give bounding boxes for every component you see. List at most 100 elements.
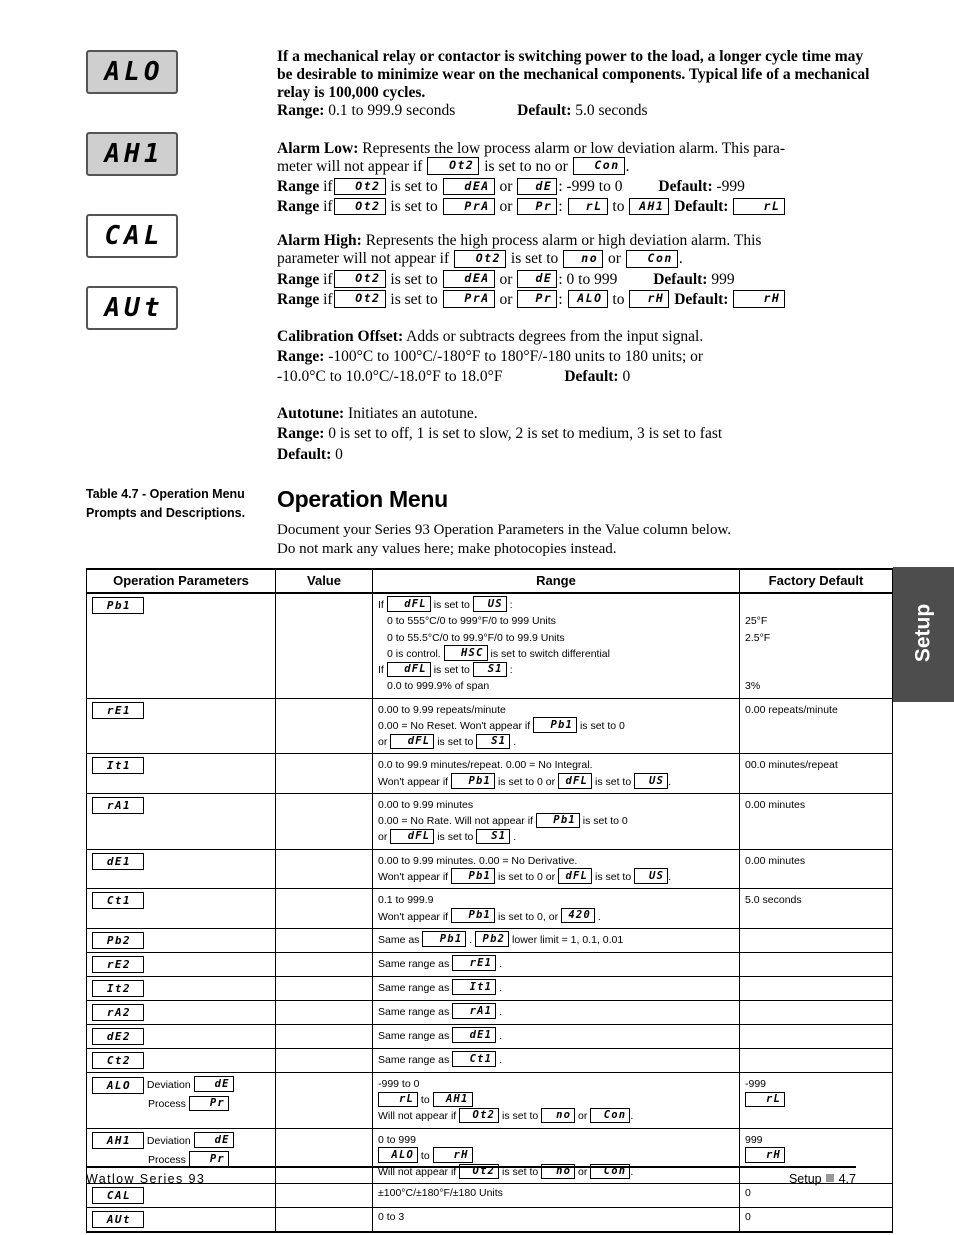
lcd-token-con: Con bbox=[590, 1107, 631, 1124]
col-header-range: Range bbox=[372, 568, 740, 594]
col-header-value: Value bbox=[275, 568, 373, 594]
lcd-token-rl: rL bbox=[567, 197, 608, 216]
cell-range: Same as Pb1 . Pb2 lower limit = 1, 0.1, … bbox=[372, 927, 740, 953]
cell-value[interactable] bbox=[275, 1047, 373, 1073]
factory-default-line bbox=[745, 1028, 887, 1044]
range-line: Won't appear if Pb1 is set to 0 or dFL i… bbox=[378, 773, 672, 789]
cell-parameter: It1 bbox=[86, 753, 276, 794]
cell-factory-default: 25°F 2.5°F 3% bbox=[739, 592, 893, 699]
range-line: Same range as It1 . bbox=[378, 979, 502, 995]
range-line: 0.00 to 9.99 minutes bbox=[378, 798, 474, 811]
operation-menu-table: Operation Parameters Value Range Factory… bbox=[86, 568, 893, 1234]
alarm-high-desc2b: is set to bbox=[510, 250, 559, 268]
table-row: rE2 Same range as rE1 . bbox=[86, 951, 893, 977]
alarm-high-range1-label: Range bbox=[277, 270, 320, 288]
alarm-low-range1: Range if Ot2 is set to dEA or dE: -999 to… bbox=[277, 177, 877, 196]
lcd-token-dfl: dFL bbox=[558, 868, 593, 884]
lcd-token-alo: ALO bbox=[567, 290, 608, 308]
cell-value[interactable] bbox=[275, 753, 373, 794]
alarm-high-range2-setto: is set to bbox=[390, 290, 438, 308]
cell-value[interactable] bbox=[275, 1071, 373, 1129]
lcd-token-de: dE bbox=[193, 1076, 234, 1092]
lcd-display-cal: CAL bbox=[86, 214, 178, 258]
cell-value[interactable] bbox=[275, 697, 373, 755]
alarm-high-range1-setto: is set to bbox=[390, 270, 438, 288]
range-line: 0 to 999 bbox=[378, 1133, 416, 1146]
footer-square-icon bbox=[825, 1174, 834, 1182]
relay-range-line: Range: 0.1 to 999.9 seconds Default: 5.0… bbox=[277, 102, 877, 120]
lcd-token-pr: Pr bbox=[517, 197, 558, 216]
lcd-token-no: no bbox=[563, 250, 604, 268]
range-line: Same range as rA1 . bbox=[378, 1003, 502, 1019]
lcd-token-rl: rL bbox=[378, 1091, 418, 1108]
autotune-default-value: 0 bbox=[335, 445, 343, 463]
cell-value[interactable] bbox=[275, 951, 373, 977]
table-header-row: Operation Parameters Value Range Factory… bbox=[86, 568, 893, 594]
cell-factory-default: 0.00 minutes bbox=[739, 848, 893, 890]
lcd-token-rh: rH bbox=[733, 290, 786, 308]
alarm-high-desc2c: or bbox=[608, 250, 621, 268]
alarm-low-range2-label: Range bbox=[277, 198, 320, 215]
cell-parameter: rE1 bbox=[86, 697, 276, 755]
lcd-token-rh: rH bbox=[629, 290, 670, 308]
autotune-range-value: 0 is set to off, 1 is set to slow, 2 is … bbox=[328, 425, 723, 443]
table-row: dE2 Same range as dE1 . bbox=[86, 1023, 893, 1049]
lcd-token-de: dE bbox=[517, 270, 558, 288]
lcd-token-ot2: Ot2 bbox=[333, 197, 386, 216]
table-caption: Table 4.7 - Operation Menu Prompts and D… bbox=[86, 487, 246, 520]
cell-value[interactable] bbox=[275, 999, 373, 1025]
alarm-low-range2-to: to bbox=[612, 198, 625, 215]
page-title: Operation Menu bbox=[277, 486, 448, 512]
cell-parameter: Pb2 bbox=[86, 927, 276, 953]
cell-value[interactable] bbox=[275, 975, 373, 1001]
factory-default-line: rH bbox=[745, 1147, 887, 1164]
cell-range: If dFL is set to US : 0 to 555°C/0 to 999… bbox=[372, 592, 740, 699]
lcd-param-de2: dE2 bbox=[92, 1027, 144, 1045]
table-row: CAL ±100°C/±180°F/±180 Units 0 bbox=[86, 1183, 893, 1209]
alarm-low-range1-label: Range bbox=[277, 177, 320, 195]
cell-factory-default: -999 rL bbox=[739, 1071, 893, 1129]
factory-default-line bbox=[745, 1052, 887, 1068]
range-line: 0.1 to 999.9 bbox=[378, 894, 434, 907]
factory-default-line bbox=[745, 932, 887, 948]
range-line: or dFL is set to S1 . bbox=[378, 733, 517, 750]
autotune-range-line: Range: 0 is set to off, 1 is set to slow… bbox=[277, 425, 877, 443]
cell-parameter: rE2 bbox=[86, 951, 276, 977]
cell-value[interactable] bbox=[275, 927, 373, 953]
section-tab-setup: Setup bbox=[893, 567, 954, 702]
footer-section-label: Setup bbox=[788, 1172, 822, 1186]
calibration-desc: Adds or subtracts degrees from the input… bbox=[406, 327, 704, 345]
alarm-low-desc2b: is set to no or bbox=[484, 157, 568, 175]
range-line: If dFL is set to US : bbox=[378, 596, 513, 612]
alarm-high-desc2a: parameter will not appear if bbox=[277, 250, 450, 268]
footer-right: Setup 4.7 bbox=[789, 1172, 856, 1186]
table-row: Pb2 Same as Pb1 . Pb2 lower limit = 1, 0… bbox=[86, 927, 893, 953]
lcd-token-dea: dEA bbox=[442, 177, 495, 195]
cell-parameter: Ct2 bbox=[86, 1047, 276, 1073]
alarm-deviation-line: ALO Deviation dE bbox=[92, 1076, 270, 1095]
cell-value[interactable] bbox=[275, 1183, 373, 1209]
factory-default-line bbox=[745, 597, 887, 613]
margin-display-alo: ALO bbox=[86, 50, 178, 94]
alarm-low-desc1: Represents the low process alarm or low … bbox=[362, 139, 786, 157]
cell-value[interactable] bbox=[275, 1023, 373, 1049]
lcd-token-ct1: Ct1 bbox=[452, 1051, 497, 1067]
table-row-alarm: AH1 Deviation dE Process Pr 0 to 999 ALO t… bbox=[86, 1127, 893, 1185]
cell-value[interactable] bbox=[275, 792, 373, 850]
cell-value[interactable] bbox=[275, 592, 373, 699]
autotune-default-line: Default: 0 bbox=[277, 446, 877, 464]
factory-default-line bbox=[745, 956, 887, 972]
cell-parameter: Pb1 bbox=[86, 592, 276, 699]
cell-value[interactable] bbox=[275, 848, 373, 890]
lcd-token-dfl: dFL bbox=[390, 733, 435, 750]
cell-value[interactable] bbox=[275, 1127, 373, 1185]
cell-value[interactable] bbox=[275, 888, 373, 929]
alarm-high-desc1: Represents the high process alarm or hig… bbox=[365, 232, 762, 250]
range-line: 0 to 555°C/0 to 999°F/0 to 999 Units bbox=[387, 615, 556, 628]
lcd-token-s1: S1 bbox=[476, 828, 511, 845]
range-line: 0.00 to 9.99 minutes. 0.00 = No Derivati… bbox=[378, 854, 578, 867]
factory-default-line: 25°F bbox=[745, 615, 768, 628]
lcd-token-us: US bbox=[634, 773, 669, 789]
cell-value[interactable] bbox=[275, 1207, 373, 1234]
alarm-low-range2: Range if Ot2 is set to PrA or Pr: rL to A… bbox=[277, 197, 877, 216]
